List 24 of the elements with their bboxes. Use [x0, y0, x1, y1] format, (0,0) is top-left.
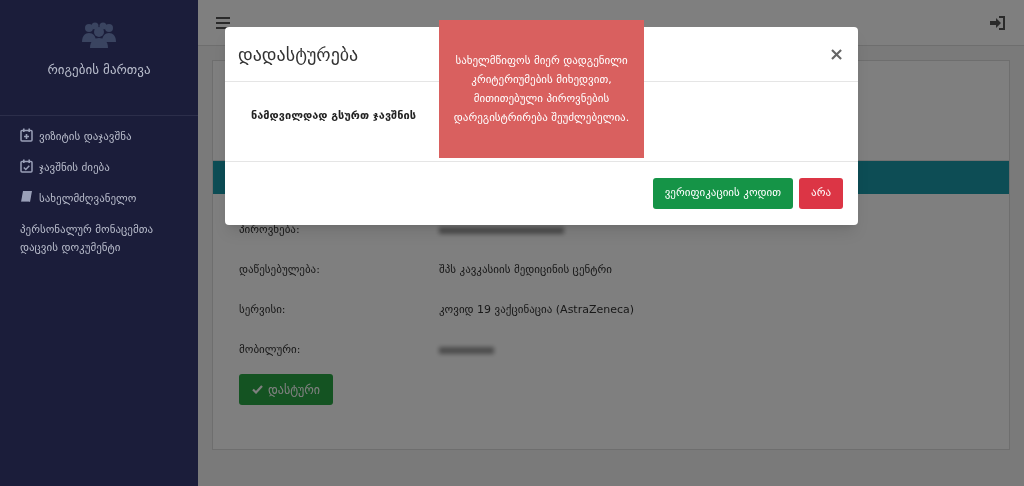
- sidebar-link[interactable]: სახელმძღვანელო: [20, 190, 178, 208]
- field-label: მობილური:: [239, 341, 302, 358]
- no-button[interactable]: არა: [799, 178, 843, 209]
- field-label: დაწესებულება:: [239, 261, 321, 278]
- sidebar-link[interactable]: ჯავშნის ძიება: [20, 159, 178, 177]
- verify-button[interactable]: ვერიფიკაციის კოდით: [652, 178, 794, 209]
- field-label: სერვისი:: [239, 301, 287, 318]
- people-icon: [81, 22, 117, 48]
- check-icon: [251, 385, 263, 394]
- sign-in-icon[interactable]: [990, 15, 1006, 30]
- sidebar-link[interactable]: პერსონალურ მონაცემთა დაცვის დოკუმენტი: [20, 221, 178, 257]
- menu-icon[interactable]: [216, 16, 230, 29]
- field-value: შპს კავკასიის მედიცინის ცენტრი: [439, 261, 612, 278]
- blurred-value: [439, 346, 494, 354]
- calendar-plus-icon: [20, 128, 33, 142]
- calendar-check-icon: [20, 159, 33, 173]
- close-button[interactable]: ×: [828, 45, 844, 63]
- field-value: კოვიდ 19 ვაქცინაცია (AstraZeneca): [439, 301, 635, 318]
- dialog-title: დადასტურება: [238, 42, 359, 67]
- field-label: პიროვნება:: [239, 221, 301, 238]
- toast-message: სახელმწიფოს მიერ დადგენილი კრიტერიუმების მიხედვით, მითითებული პიროვნების დარეგისტრირება შეუძლებელია.: [452, 53, 631, 126]
- dialog-message: ნამდვილდად გსურთ ჯავშნის: [251, 109, 416, 122]
- sidebar-link[interactable]: ვიზიტის დაჯავშნა: [20, 128, 178, 146]
- app-title: რიგების მართვა: [47, 61, 151, 79]
